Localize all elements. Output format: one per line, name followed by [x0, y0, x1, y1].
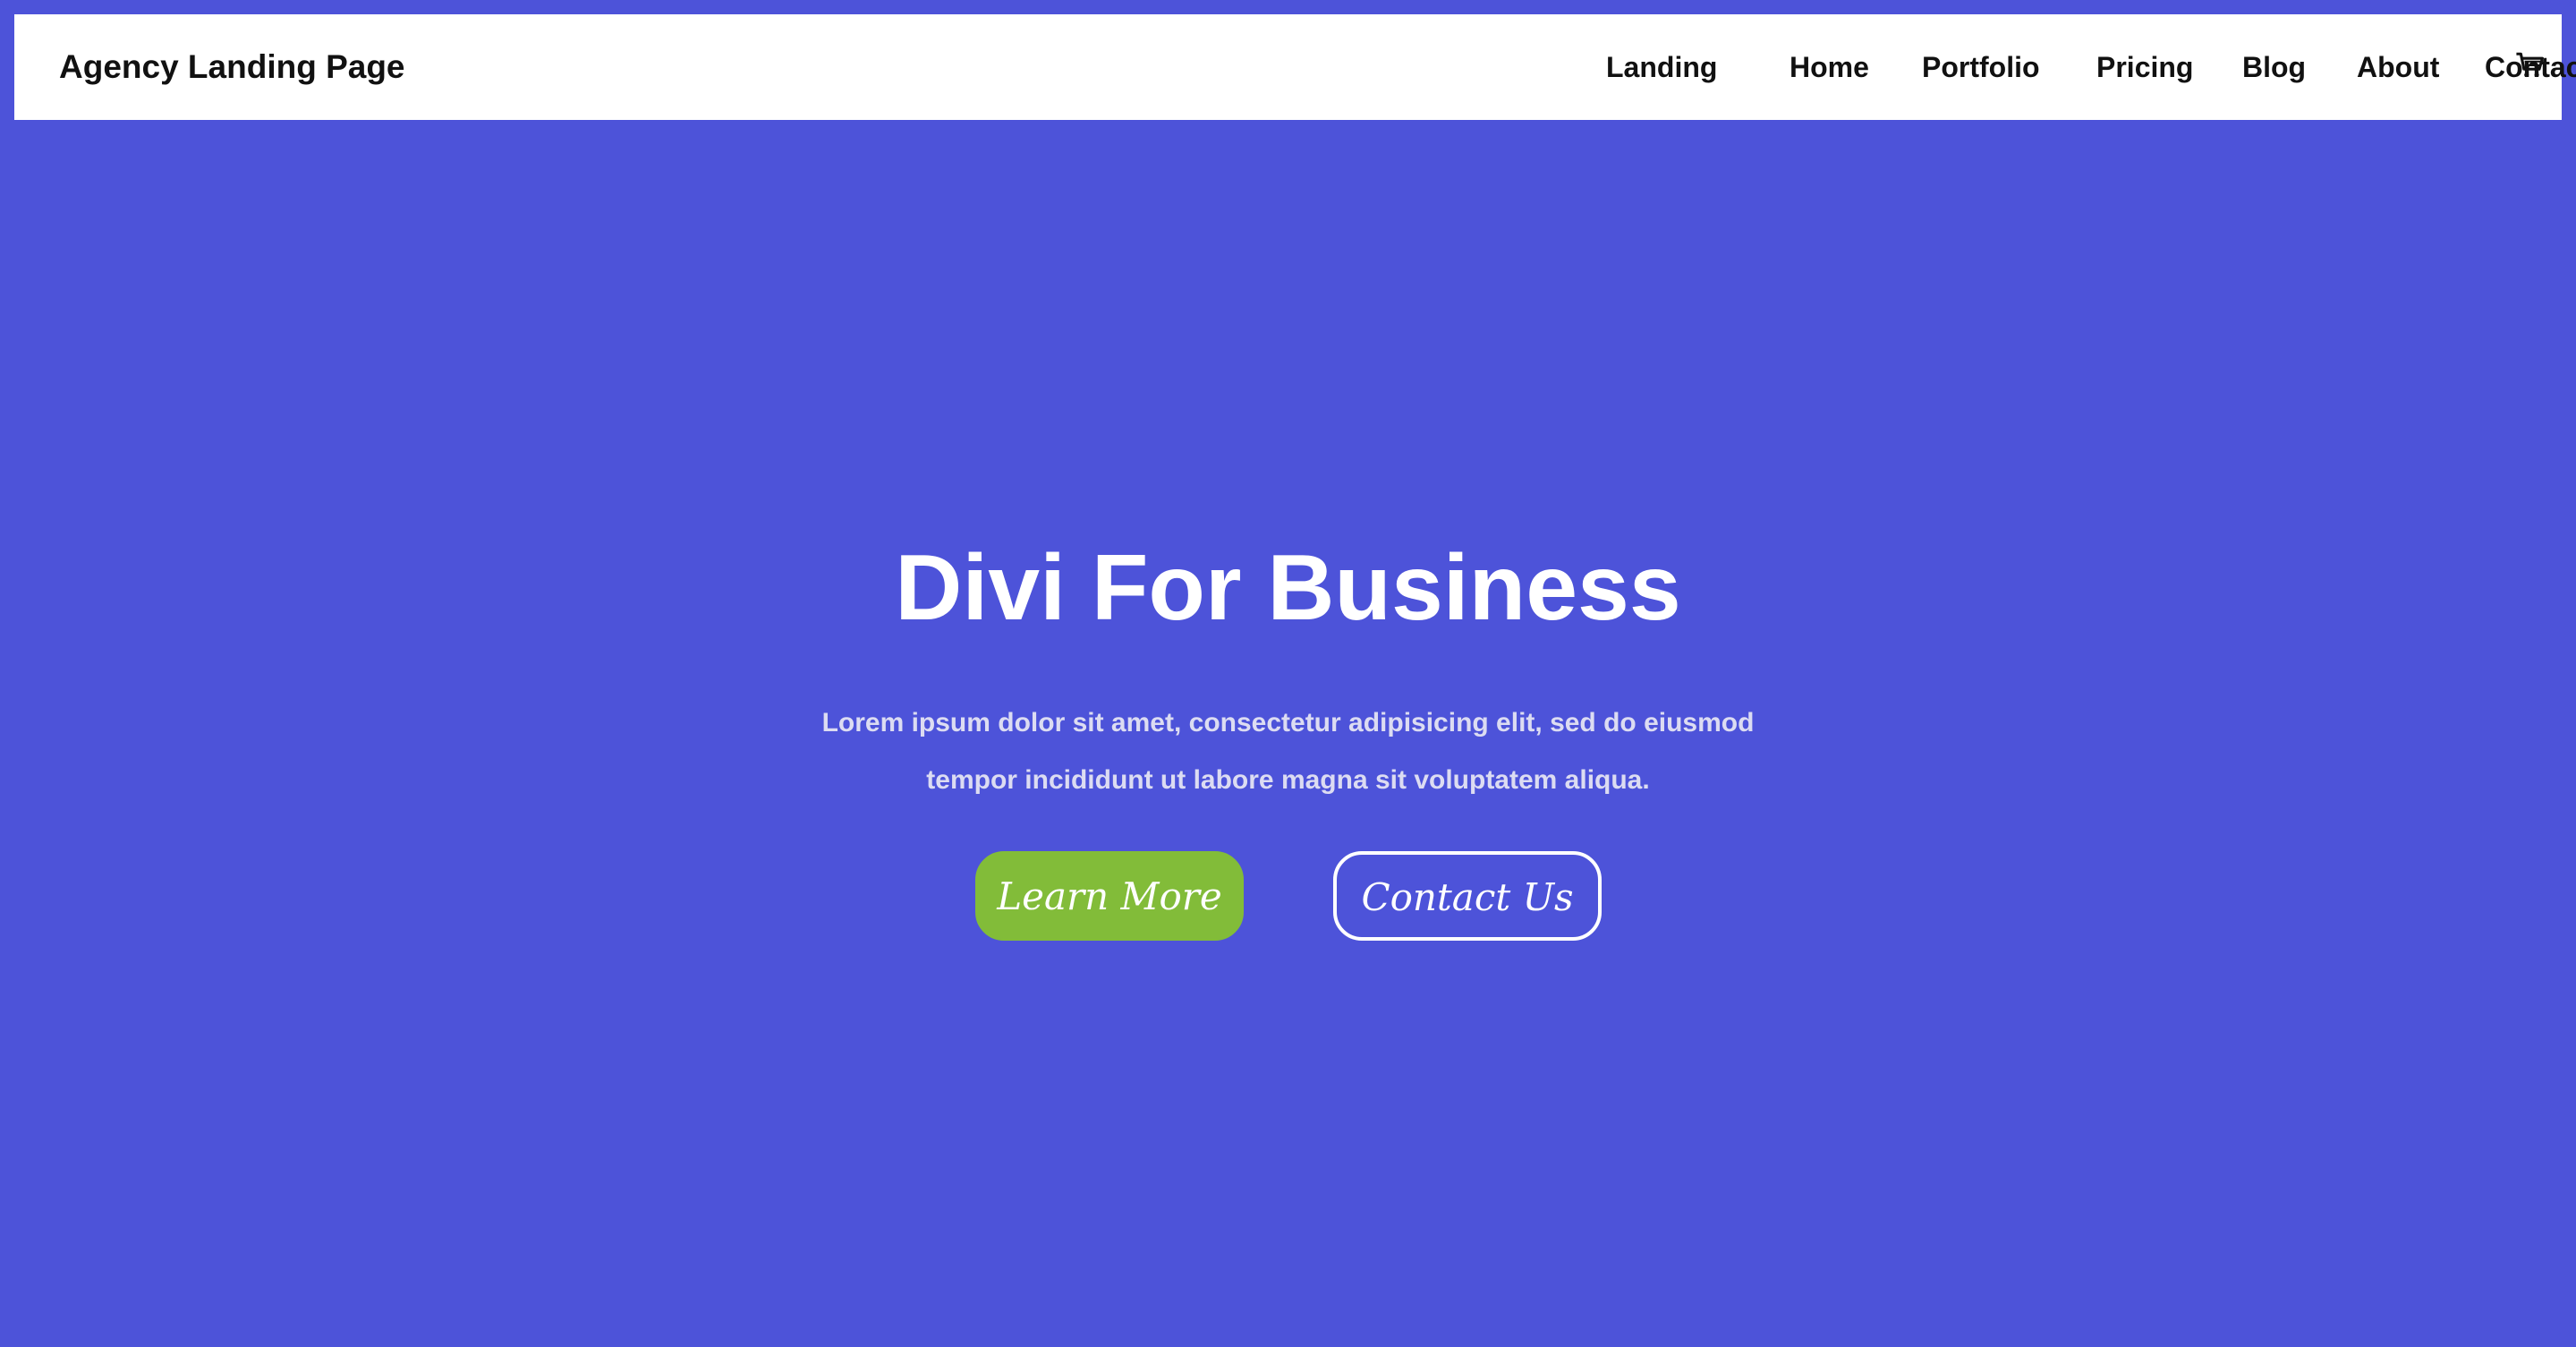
- nav-item-blog[interactable]: Blog: [2242, 14, 2306, 120]
- contact-us-button[interactable]: Contact Us: [1333, 851, 1602, 941]
- nav-item-pricing[interactable]: Pricing: [2096, 14, 2193, 120]
- learn-more-button[interactable]: Learn More: [975, 851, 1244, 941]
- shopping-cart-icon[interactable]: [2515, 50, 2547, 82]
- main-nav: Landing Home Portfolio Pricing Blog Abou…: [1488, 14, 2576, 120]
- site-title[interactable]: Agency Landing Page: [59, 14, 405, 120]
- hero-text-line-2: tempor incididunt ut labore magna sit vo…: [926, 765, 1650, 795]
- nav-item-home[interactable]: Home: [1790, 14, 1869, 120]
- nav-item-about[interactable]: About: [2357, 14, 2439, 120]
- page: Agency Landing Page Landing Home Portfol…: [0, 0, 2576, 1347]
- site-header: Agency Landing Page Landing Home Portfol…: [14, 14, 2576, 120]
- nav-item-portfolio[interactable]: Portfolio: [1922, 14, 2040, 120]
- hero-title: Divi For Business: [895, 536, 1681, 640]
- nav-item-landing[interactable]: Landing: [1606, 14, 1717, 120]
- hero-text-line-1: Lorem ipsum dolor sit amet, consectetur …: [821, 708, 1755, 737]
